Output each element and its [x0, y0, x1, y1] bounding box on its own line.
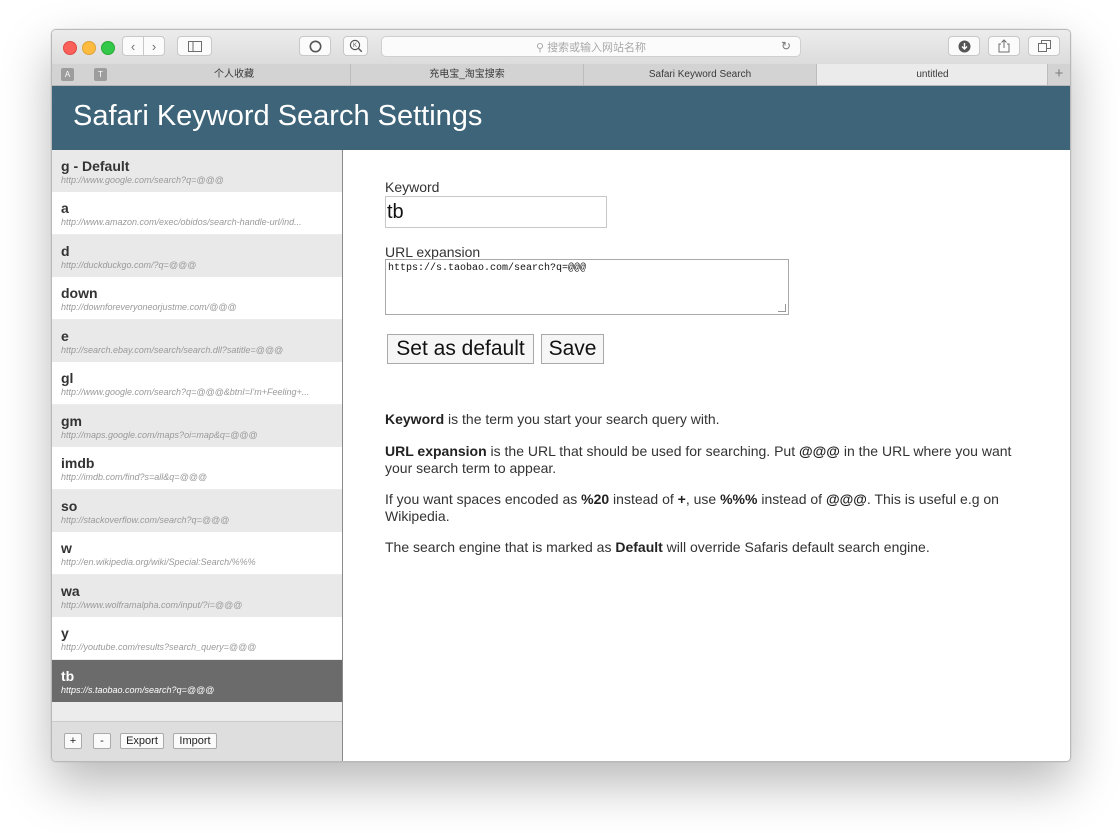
favicon-a-icon[interactable]: A	[61, 68, 74, 81]
reader-button[interactable]: K	[343, 36, 368, 56]
list-item-so[interactable]: so http://stackoverflow.com/search?q=@@@	[52, 490, 342, 532]
keyword-list: g - Default http://www.google.com/search?…	[52, 150, 343, 761]
item-keyword: wa	[61, 583, 80, 599]
item-url: http://youtube.com/results?search_query=…	[61, 642, 257, 652]
list-item-a[interactable]: a http://www.amazon.com/exec/obidos/searc…	[52, 192, 342, 234]
minimize-window-button[interactable]	[82, 41, 96, 55]
browser-window: ‹ › K ⚲ 搜索或输入网站名称 ↻ A T 个人收藏 充电宝_淘宝搜索 Sa…	[51, 29, 1071, 762]
tab-taobao-search[interactable]: 充电宝_淘宝搜索	[350, 64, 583, 85]
sidebar-icon	[187, 40, 202, 52]
list-item-imdb[interactable]: imdb http://imdb.com/find?s=all&q=@@@	[52, 447, 342, 489]
list-item-wa[interactable]: wa http://www.wolframalpha.com/input/?i=@…	[52, 575, 342, 617]
help-default: The search engine that is marked as Defa…	[385, 539, 930, 555]
share-icon	[998, 39, 1010, 53]
add-button[interactable]: +	[64, 733, 82, 749]
item-keyword: so	[61, 498, 78, 514]
item-url: http://en.wikipedia.org/wiki/Special:Sea…	[61, 557, 256, 567]
tab-untitled[interactable]: untitled	[816, 64, 1048, 85]
list-item-gm[interactable]: gm http://maps.google.com/maps?oi=map&q=@…	[52, 405, 342, 447]
help-encoding: If you want spaces encoded as %20 instea…	[385, 491, 999, 524]
tab-safari-keyword-search[interactable]: Safari Keyword Search	[583, 64, 816, 85]
key-search-icon: K	[349, 39, 362, 53]
tabs-icon	[1037, 40, 1051, 52]
url-expansion-value: https://s.taobao.com/search?q=@@@	[388, 263, 587, 274]
help-url-expansion: URL expansion is the URL that should be …	[385, 443, 1012, 476]
keyword-input[interactable]: tb	[385, 196, 607, 228]
page-header: Safari Keyword Search Settings	[52, 86, 1070, 150]
list-item-y[interactable]: y http://youtube.com/results?search_query…	[52, 617, 342, 659]
address-bar[interactable]: ⚲ 搜索或输入网站名称 ↻	[381, 36, 801, 57]
close-window-button[interactable]	[63, 41, 77, 55]
list-item-e[interactable]: e http://search.ebay.com/search/search.dl…	[52, 320, 342, 362]
extension-button[interactable]	[299, 36, 331, 56]
item-url: http://www.google.com/search?q=@@@&btnI=…	[61, 387, 310, 397]
item-keyword: g - Default	[61, 158, 130, 174]
save-button[interactable]: Save	[541, 334, 604, 364]
item-url: https://s.taobao.com/search?q=@@@	[61, 685, 215, 695]
import-button[interactable]: Import	[173, 733, 217, 749]
svg-text:K: K	[352, 43, 356, 49]
item-keyword: y	[61, 625, 69, 641]
new-tab-button[interactable]: +	[1047, 64, 1070, 85]
tab-bar: A T 个人收藏 充电宝_淘宝搜索 Safari Keyword Search …	[52, 64, 1070, 86]
list-item-w[interactable]: w http://en.wikipedia.org/wiki/Special:Se…	[52, 532, 342, 574]
forward-button[interactable]: ›	[143, 36, 165, 56]
item-url: http://search.ebay.com/search/search.dll…	[61, 345, 284, 355]
item-url: http://maps.google.com/maps?oi=map&q=@@@	[61, 430, 258, 440]
browser-toolbar: ‹ › K ⚲ 搜索或输入网站名称 ↻	[52, 30, 1070, 65]
list-item-tb[interactable]: tb https://s.taobao.com/search?q=@@@	[52, 660, 342, 702]
help-keyword: Keyword is the term you start your searc…	[385, 411, 720, 427]
item-keyword: a	[61, 200, 69, 216]
item-keyword: gl	[61, 370, 74, 386]
address-placeholder: 搜索或输入网站名称	[547, 42, 647, 54]
favicon-t-icon[interactable]: T	[94, 68, 107, 81]
item-keyword: w	[61, 540, 72, 556]
export-button[interactable]: Export	[120, 733, 164, 749]
back-button[interactable]: ‹	[122, 36, 144, 56]
item-url: http://duckduckgo.com/?q=@@@	[61, 260, 197, 270]
item-keyword: down	[61, 285, 98, 301]
item-keyword: tb	[61, 668, 75, 684]
page-title: Safari Keyword Search Settings	[73, 100, 483, 132]
item-keyword: d	[61, 243, 70, 259]
sidebar-footer: + - Export Import	[52, 721, 342, 761]
reload-icon[interactable]: ↻	[781, 39, 791, 53]
circle-icon	[309, 40, 321, 52]
remove-button[interactable]: -	[93, 733, 111, 749]
item-url: http://www.wolframalpha.com/input/?i=@@@	[61, 600, 243, 610]
tabs-overview-button[interactable]	[1028, 36, 1060, 56]
item-url: http://www.google.com/search?q=@@@	[61, 175, 224, 185]
settings-panel: Keyword tb URL expansion https://s.taoba…	[343, 150, 1070, 761]
share-button[interactable]	[988, 36, 1020, 56]
download-icon	[958, 40, 970, 52]
zoom-window-button[interactable]	[101, 41, 115, 55]
item-keyword: e	[61, 328, 69, 344]
url-expansion-label: URL expansion	[385, 244, 481, 260]
search-icon: ⚲	[535, 42, 544, 54]
chevron-right-icon: ›	[151, 38, 157, 54]
item-keyword: imdb	[61, 455, 95, 471]
item-url: http://stackoverflow.com/search?q=@@@	[61, 515, 230, 525]
sidebar-toggle-button[interactable]	[177, 36, 212, 56]
set-default-button[interactable]: Set as default	[387, 334, 534, 364]
item-url: http://www.amazon.com/exec/obidos/search…	[61, 217, 302, 227]
tab-favorites[interactable]: 个人收藏	[118, 64, 350, 85]
item-url: http://imdb.com/find?s=all&q=@@@	[61, 472, 207, 482]
list-item-d[interactable]: d http://duckduckgo.com/?q=@@@	[52, 235, 342, 277]
url-expansion-textarea[interactable]: https://s.taobao.com/search?q=@@@	[385, 259, 789, 315]
resize-grip-icon[interactable]	[778, 304, 786, 312]
downloads-button[interactable]	[948, 36, 980, 56]
list-item-gl[interactable]: gl http://www.google.com/search?q=@@@&btn…	[52, 362, 342, 404]
item-url: http://downforeveryoneorjustme.com/@@@	[61, 302, 237, 312]
chevron-left-icon: ‹	[130, 38, 136, 54]
item-keyword: gm	[61, 413, 82, 429]
list-item-down[interactable]: down http://downforeveryoneorjustme.com/@…	[52, 277, 342, 319]
keyword-label: Keyword	[385, 179, 440, 195]
list-item-g[interactable]: g - Default http://www.google.com/search?…	[52, 150, 342, 192]
